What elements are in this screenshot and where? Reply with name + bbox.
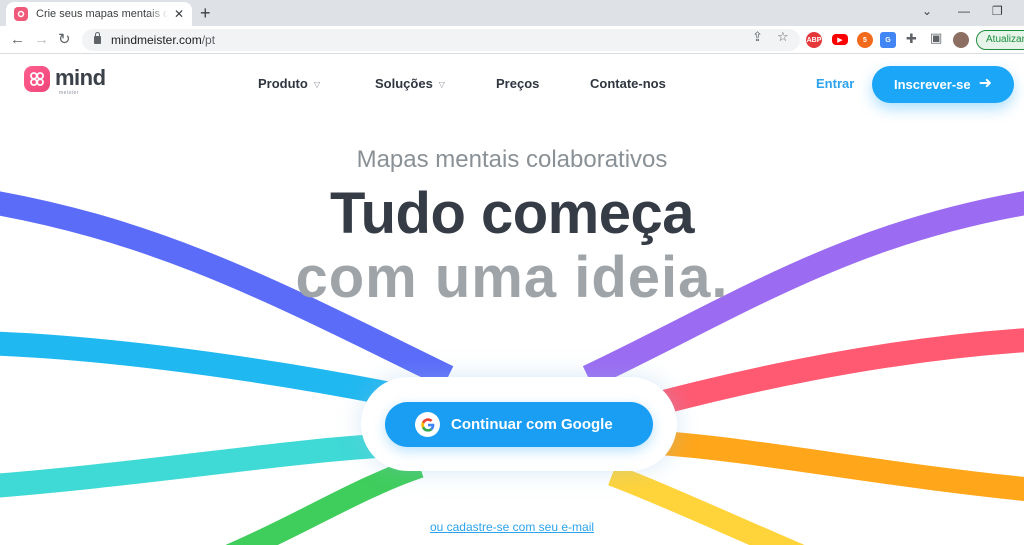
address-bar[interactable]: mindmeister.com/pt: [82, 29, 800, 51]
browser-tab-strip: Crie seus mapas mentais online - MindMei…: [0, 0, 1024, 26]
minimize-window-icon[interactable]: —: [958, 4, 970, 18]
signup-button[interactable]: Inscrever-se ➜: [872, 66, 1014, 103]
continue-with-google-label: Continuar com Google: [451, 416, 613, 433]
logo-wordmark: mind: [55, 65, 106, 90]
browser-toolbar: ← → ↻ mindmeister.com/pt ⇪ ☆ ABP ▶ 5 G ✚…: [0, 26, 1024, 54]
login-link[interactable]: Entrar: [816, 76, 854, 91]
nav-solucoes[interactable]: Soluções ▽: [375, 76, 445, 91]
signup-with-email-link[interactable]: ou cadastre-se com seu e-mail: [0, 520, 1024, 534]
hero-headline-line2: com uma ideia.: [295, 245, 729, 310]
update-browser-button[interactable]: Atualizar: [976, 30, 1024, 50]
rss-extension-icon[interactable]: 5: [857, 32, 873, 48]
ribbon-red: [656, 328, 1024, 415]
new-tab-button[interactable]: +: [200, 3, 211, 23]
share-icon[interactable]: ⇪: [752, 29, 763, 45]
mindmeister-favicon-icon: [14, 7, 28, 21]
hero-subtitle: Mapas mentais colaborativos: [356, 146, 668, 173]
signup-button-label: Inscrever-se: [894, 77, 971, 92]
logo-subtext: meister: [59, 90, 79, 96]
url-host: mindmeister.com: [111, 33, 202, 47]
tab-close-icon[interactable]: ✕: [174, 7, 184, 21]
arrow-right-icon: ➜: [978, 75, 992, 92]
google-logo-icon: [415, 412, 440, 437]
ribbon-orange: [659, 431, 1024, 502]
side-panel-icon[interactable]: ▣: [930, 30, 942, 46]
mindmeister-logo[interactable]: mind meister: [24, 65, 106, 96]
extensions-puzzle-icon[interactable]: ✚: [906, 31, 917, 47]
lock-icon: [94, 32, 101, 44]
forward-icon[interactable]: →: [34, 31, 49, 49]
nav-produto-label: Produto: [258, 76, 308, 91]
tab-search-chevron-icon[interactable]: ⌄: [922, 4, 932, 18]
bookmark-star-icon[interactable]: ☆: [777, 29, 789, 45]
youtube-extension-icon[interactable]: ▶: [832, 34, 848, 45]
adblock-plus-icon[interactable]: ABP: [806, 32, 822, 48]
nav-solucoes-label: Soluções: [375, 76, 433, 91]
tab-title: Crie seus mapas mentais online - MindMei…: [36, 8, 168, 20]
mindmeister-logo-icon: [24, 66, 50, 92]
ribbon-yellow: [608, 464, 805, 545]
nav-contate-nos-label: Contate-nos: [590, 76, 666, 91]
mindmeister-landing-page: mind meister Produto ▽ Soluções ▽ Preços…: [0, 55, 1024, 545]
chevron-down-icon: ▽: [438, 79, 445, 89]
nav-produto[interactable]: Produto ▽: [258, 76, 320, 91]
translate-extension-icon[interactable]: G: [880, 32, 896, 48]
browser-tab-active[interactable]: Crie seus mapas mentais online - MindMei…: [6, 2, 192, 26]
nav-precos[interactable]: Preços: [496, 76, 539, 91]
restore-window-icon[interactable]: ❐: [992, 4, 1003, 18]
ribbon-cyan: [0, 331, 423, 412]
chevron-down-icon: ▽: [313, 79, 320, 89]
reload-icon[interactable]: ↻: [58, 31, 71, 49]
ribbon-teal: [0, 433, 396, 498]
url-path: /pt: [201, 33, 216, 47]
continue-with-google-button[interactable]: Continuar com Google: [385, 402, 653, 447]
profile-avatar-icon[interactable]: [953, 32, 969, 48]
hero-headline-line1: Tudo começa: [329, 181, 695, 246]
nav-contate-nos[interactable]: Contate-nos: [590, 76, 666, 91]
nav-precos-label: Preços: [496, 76, 540, 91]
back-icon[interactable]: ←: [10, 31, 25, 49]
